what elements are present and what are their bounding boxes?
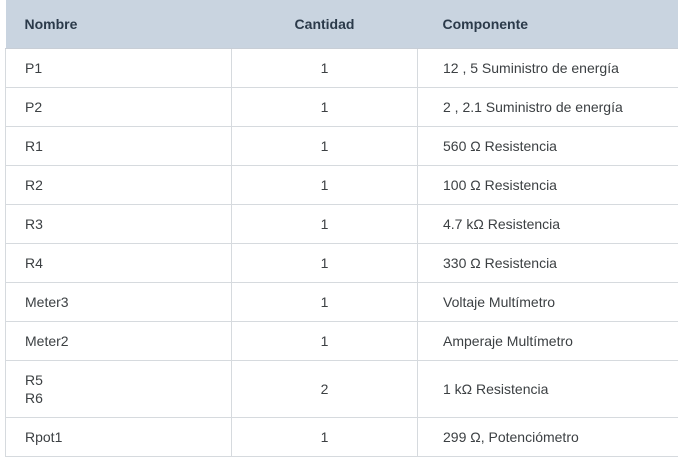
table-row: R5 R6 2 1 kΩ Resistencia — [5, 360, 678, 418]
cell-component: 12 , 5 Suministro de energía — [417, 48, 678, 88]
cell-quantity: 1 — [231, 243, 418, 283]
header-name: Nombre — [5, 0, 232, 49]
cell-name: Meter3 — [5, 282, 232, 322]
cell-component: 100 Ω Resistencia — [417, 165, 678, 205]
cell-quantity: 1 — [231, 165, 418, 205]
cell-component: 2 , 2.1 Suministro de energía — [417, 87, 678, 127]
table-header: Nombre Cantidad Componente — [5, 0, 678, 49]
cell-name: P2 — [5, 87, 232, 127]
table-row: Meter2 1 Amperaje Multímetro — [5, 321, 678, 361]
cell-quantity: 1 — [231, 48, 418, 88]
cell-name: R3 — [5, 204, 232, 244]
cell-component: 560 Ω Resistencia — [417, 126, 678, 166]
cell-name: P1 — [5, 48, 232, 88]
cell-component: 4.7 kΩ Resistencia — [417, 204, 678, 244]
table-row: R2 1 100 Ω Resistencia — [5, 165, 678, 205]
cell-name: R4 — [5, 243, 232, 283]
cell-component: 299 Ω, Potenciómetro — [417, 417, 678, 457]
cell-name-line: R5 — [25, 372, 43, 388]
table-row: P2 1 2 , 2.1 Suministro de energía — [5, 87, 678, 127]
cell-component: Voltaje Multímetro — [417, 282, 678, 322]
cell-quantity: 1 — [231, 126, 418, 166]
table-row: Meter3 1 Voltaje Multímetro — [5, 282, 678, 322]
cell-name-line: R6 — [25, 390, 43, 406]
cell-name: R2 — [5, 165, 232, 205]
cell-quantity: 1 — [231, 282, 418, 322]
cell-name: Rpot1 — [5, 417, 232, 457]
cell-component: Amperaje Multímetro — [417, 321, 678, 361]
table-row: R4 1 330 Ω Resistencia — [5, 243, 678, 283]
cell-component: 1 kΩ Resistencia — [417, 360, 678, 418]
cell-name: R1 — [5, 126, 232, 166]
cell-component: 330 Ω Resistencia — [417, 243, 678, 283]
table-row: R1 1 560 Ω Resistencia — [5, 126, 678, 166]
components-table: Nombre Cantidad Componente P1 1 12 , 5 S… — [5, 0, 678, 457]
header-quantity: Cantidad — [231, 0, 418, 49]
cell-quantity: 1 — [231, 87, 418, 127]
header-row: Nombre Cantidad Componente — [5, 0, 678, 49]
cell-name: R5 R6 — [5, 360, 232, 418]
cell-quantity: 1 — [231, 204, 418, 244]
table-row: Rpot1 1 299 Ω, Potenciómetro — [5, 417, 678, 457]
cell-quantity: 1 — [231, 417, 418, 457]
cell-name: Meter2 — [5, 321, 232, 361]
table-body: P1 1 12 , 5 Suministro de energía P2 1 2… — [5, 48, 678, 457]
header-component: Componente — [417, 0, 678, 49]
cell-quantity: 2 — [231, 360, 418, 418]
cell-quantity: 1 — [231, 321, 418, 361]
table-row: R3 1 4.7 kΩ Resistencia — [5, 204, 678, 244]
table-row: P1 1 12 , 5 Suministro de energía — [5, 48, 678, 88]
